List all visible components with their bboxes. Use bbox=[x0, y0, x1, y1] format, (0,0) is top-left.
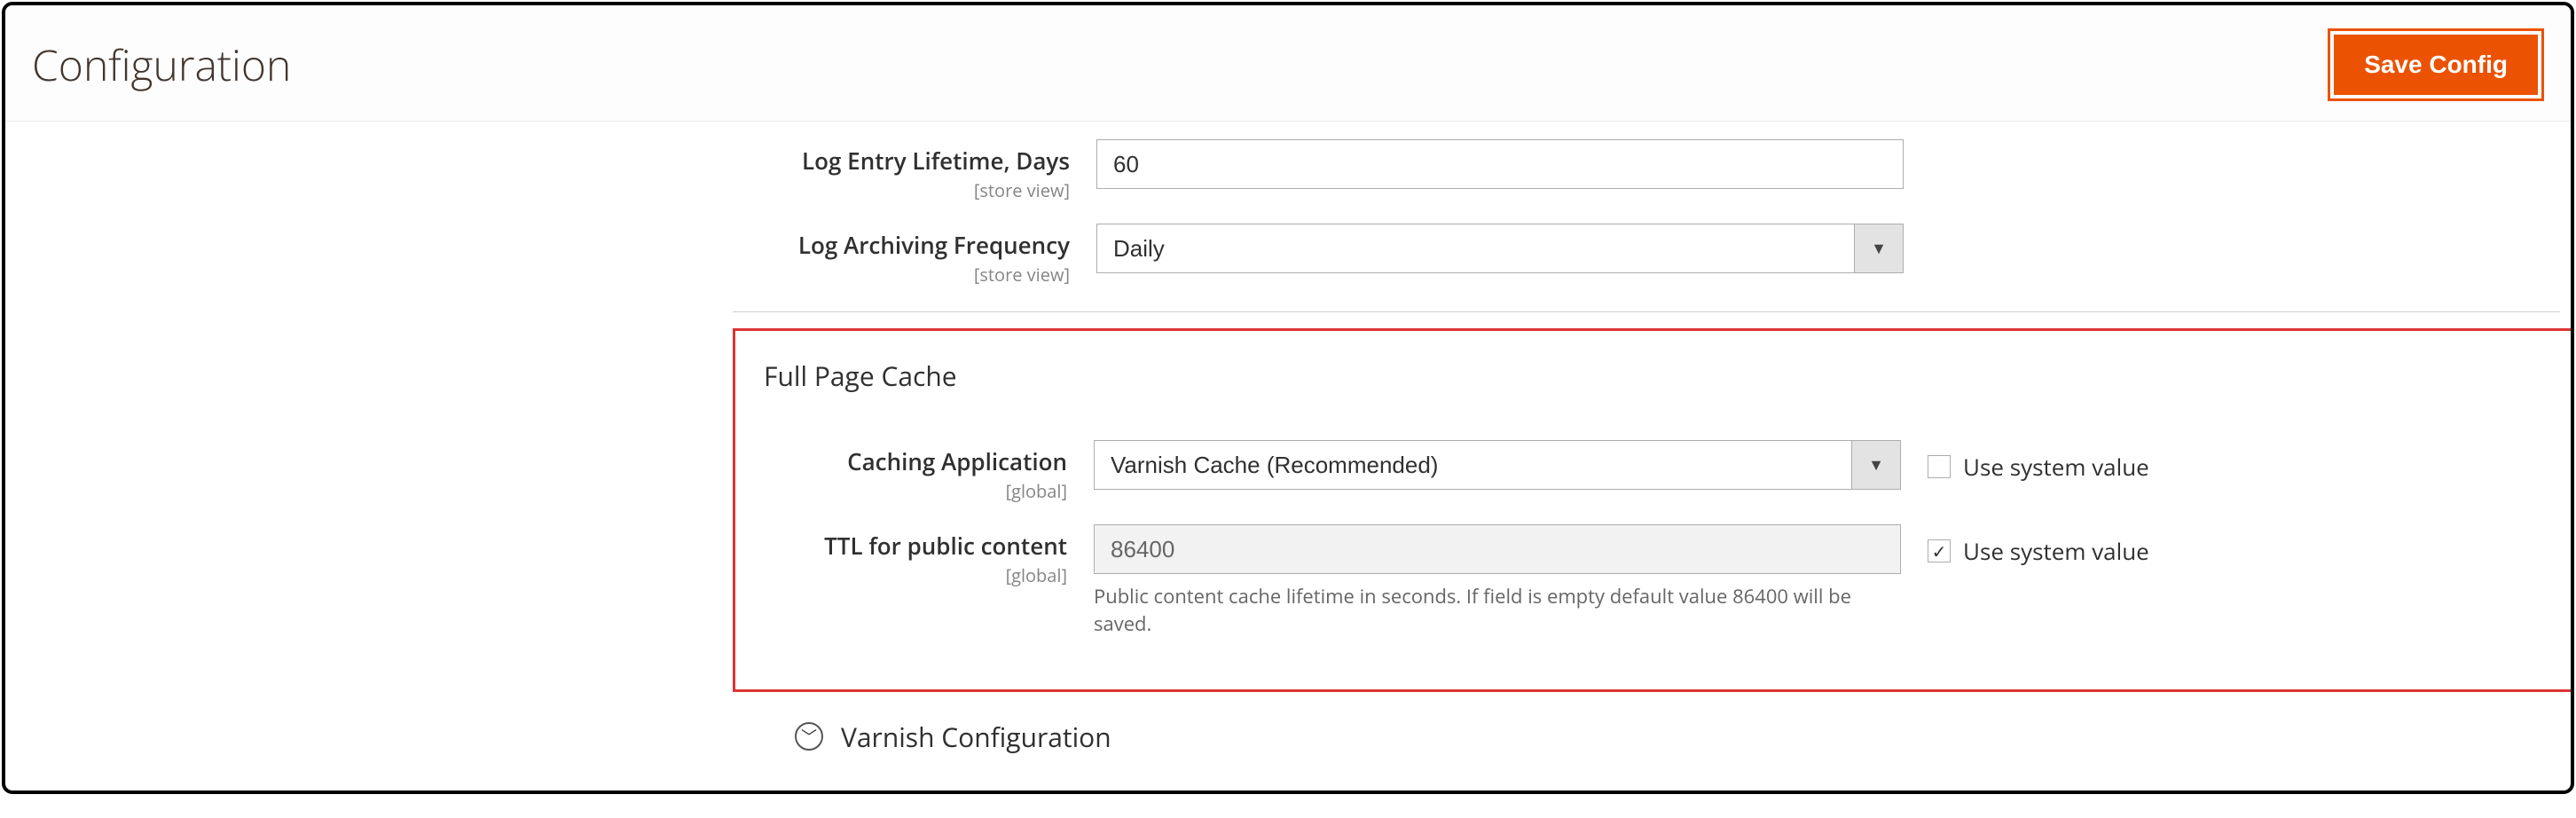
ttl-input bbox=[1094, 524, 1901, 574]
log-lifetime-scope: [store view] bbox=[733, 178, 1070, 202]
ttl-label: TTL for public content bbox=[824, 530, 1067, 562]
caching-app-use-system-checkbox[interactable] bbox=[1928, 455, 1951, 478]
caching-app-select[interactable]: Varnish Cache (Recommended) bbox=[1094, 440, 1901, 490]
ttl-use-system-label: Use system value bbox=[1963, 535, 2149, 567]
log-frequency-scope: [store view] bbox=[733, 263, 1070, 287]
caching-app-use-system-label: Use system value bbox=[1963, 451, 2149, 483]
subsection-varnish-configuration[interactable]: ﹀ Varnish Configuration bbox=[795, 719, 2542, 755]
caching-app-label: Caching Application bbox=[847, 445, 1067, 477]
log-frequency-select[interactable]: Daily bbox=[1096, 224, 1904, 273]
subsection-title: Varnish Configuration bbox=[841, 719, 1111, 755]
caching-app-scope: [global] bbox=[757, 479, 1067, 503]
section-title-full-page-cache: Full Page Cache bbox=[764, 358, 2563, 394]
save-button-highlight: Save Config bbox=[2328, 28, 2544, 101]
field-caching-application: Caching Application [global] Varnish Cac… bbox=[757, 440, 2563, 503]
ttl-scope: [global] bbox=[757, 563, 1067, 587]
log-lifetime-input[interactable] bbox=[1096, 139, 1904, 189]
log-lifetime-label: Log Entry Lifetime, Days bbox=[802, 145, 1070, 177]
section-divider bbox=[733, 311, 2560, 312]
save-config-button[interactable]: Save Config bbox=[2334, 35, 2538, 95]
field-log-frequency: Log Archiving Frequency [store view] Dai… bbox=[733, 224, 2542, 287]
field-ttl: TTL for public content [global] Public c… bbox=[757, 524, 2563, 638]
field-log-lifetime: Log Entry Lifetime, Days [store view] bbox=[733, 139, 2542, 202]
expand-subsection-icon[interactable]: ﹀ bbox=[795, 722, 823, 751]
ttl-hint: Public content cache lifetime in seconds… bbox=[1094, 583, 1901, 638]
full-page-cache-highlight: Full Page Cache Caching Application [glo… bbox=[733, 328, 2574, 692]
page-title: Configuration bbox=[32, 36, 291, 94]
log-frequency-label: Log Archiving Frequency bbox=[798, 229, 1070, 261]
ttl-use-system-checkbox[interactable] bbox=[1928, 539, 1951, 562]
